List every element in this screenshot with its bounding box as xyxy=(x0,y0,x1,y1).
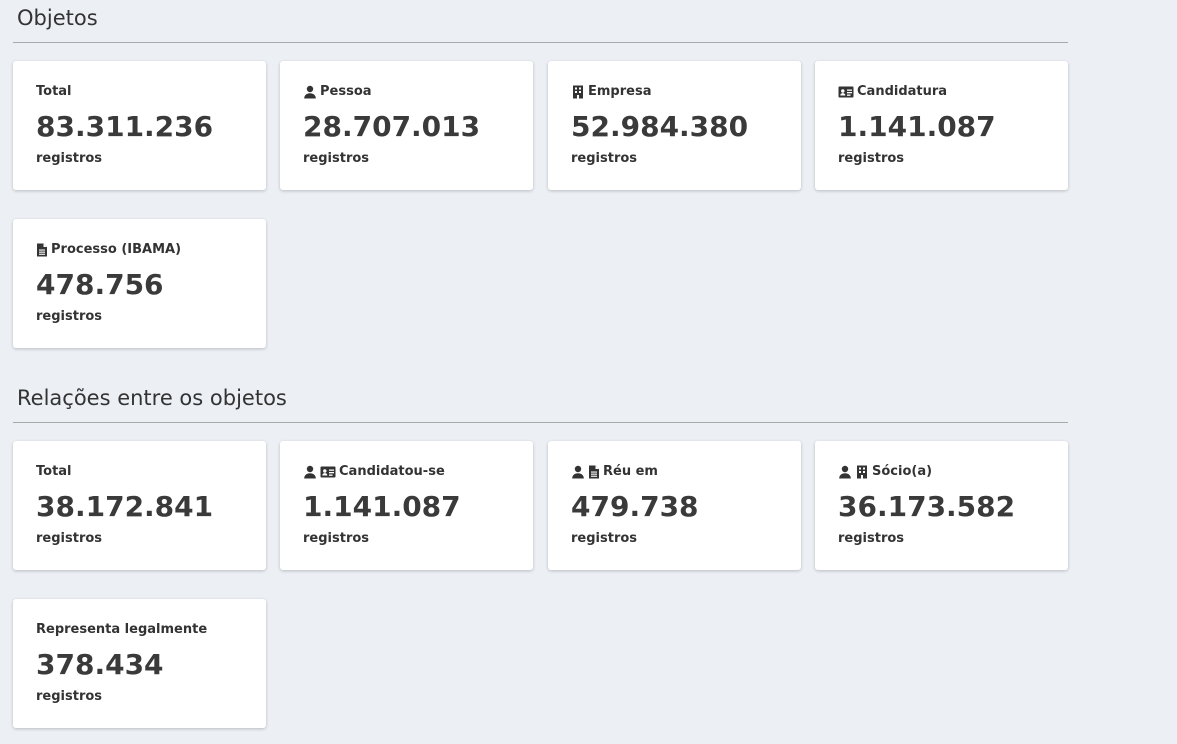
card-label: Sócio(a) xyxy=(872,464,933,479)
card-unit: registros xyxy=(838,151,905,166)
relations-candidatou-card: Candidatou-se 1.141.087 registros xyxy=(280,441,533,570)
card-unit: registros xyxy=(838,531,905,546)
building-icon xyxy=(571,85,585,99)
card-value: 378.434 xyxy=(36,648,164,681)
card-unit: registros xyxy=(36,151,103,166)
card-unit: registros xyxy=(571,531,638,546)
relations-section-title: Relações entre os objetos xyxy=(17,386,287,410)
card-value: 52.984.380 xyxy=(571,110,749,143)
person-icon xyxy=(303,85,317,99)
card-unit: registros xyxy=(303,151,370,166)
card-value: 478.756 xyxy=(36,268,164,301)
relations-total-card: Total 38.172.841 registros xyxy=(13,441,266,570)
objects-pessoa-card: Pessoa 28.707.013 registros xyxy=(280,61,533,190)
card-unit: registros xyxy=(36,309,103,324)
building-icon xyxy=(855,465,869,479)
document-icon xyxy=(36,243,48,257)
card-value: 36.173.582 xyxy=(838,490,1016,523)
objects-candidatura-card: Candidatura 1.141.087 registros xyxy=(815,61,1068,190)
card-label: Total xyxy=(36,464,72,479)
document-icon xyxy=(588,465,600,479)
objects-total-card: Total 83.311.236 registros xyxy=(13,61,266,190)
card-label: Representa legalmente xyxy=(36,622,208,637)
card-label: Total xyxy=(36,84,72,99)
id-card-icon xyxy=(838,85,854,99)
card-label: Pessoa xyxy=(320,84,372,99)
card-label: Candidatou-se xyxy=(339,464,445,479)
card-value: 479.738 xyxy=(571,490,699,523)
card-value: 28.707.013 xyxy=(303,110,481,143)
card-label: Empresa xyxy=(588,84,652,99)
objects-empresa-card: Empresa 52.984.380 registros xyxy=(548,61,801,190)
objects-section-title: Objetos xyxy=(17,6,98,30)
relations-reu-card: Réu em 479.738 registros xyxy=(548,441,801,570)
person-icon xyxy=(571,465,585,479)
objects-processo-card: Processo (IBAMA) 478.756 registros xyxy=(13,219,266,348)
card-value: 1.141.087 xyxy=(303,490,461,523)
relations-representa-card: Representa legalmente 378.434 registros xyxy=(13,599,266,728)
objects-section-divider xyxy=(13,42,1068,43)
card-value: 83.311.236 xyxy=(36,110,214,143)
card-unit: registros xyxy=(303,531,370,546)
person-icon xyxy=(838,465,852,479)
person-icon xyxy=(303,465,317,479)
relations-section-divider xyxy=(13,422,1068,423)
card-unit: registros xyxy=(36,689,103,704)
card-label: Réu em xyxy=(603,464,658,479)
card-label: Candidatura xyxy=(857,84,948,99)
card-label: Processo (IBAMA) xyxy=(51,242,182,257)
id-card-icon xyxy=(320,465,336,479)
card-unit: registros xyxy=(571,151,638,166)
card-value: 1.141.087 xyxy=(838,110,996,143)
card-unit: registros xyxy=(36,531,103,546)
relations-socio-card: Sócio(a) 36.173.582 registros xyxy=(815,441,1068,570)
card-value: 38.172.841 xyxy=(36,490,214,523)
